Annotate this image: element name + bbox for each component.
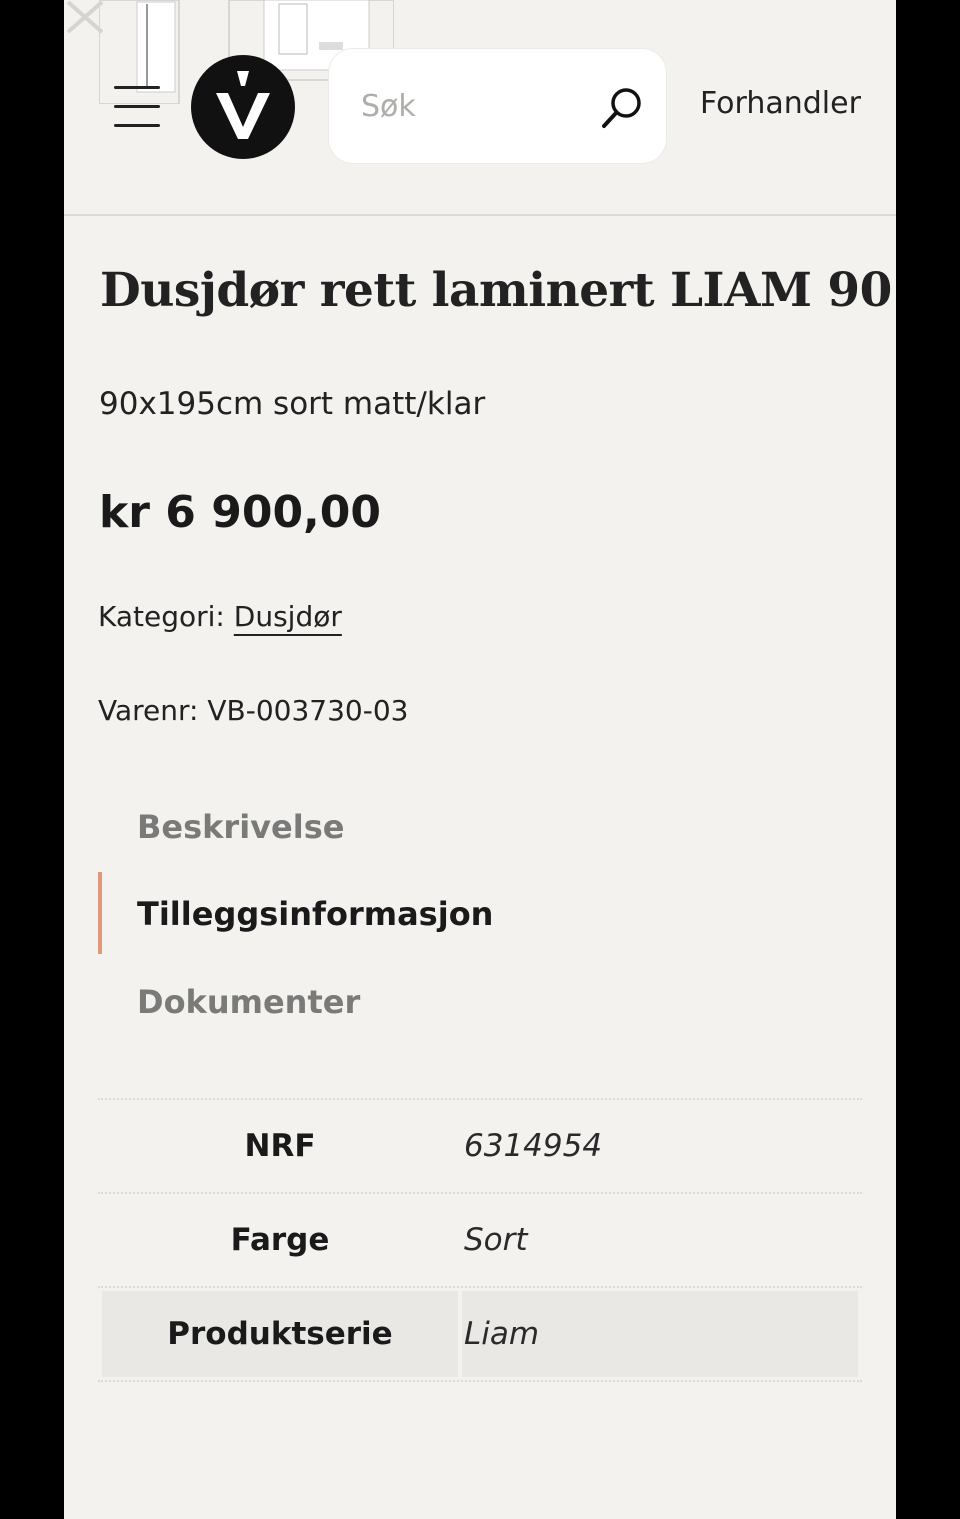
product-price: kr 6 900,00 [99, 487, 382, 538]
product-subtitle: 90x195cm sort matt/klar [99, 386, 486, 422]
search-input[interactable] [359, 83, 573, 129]
spec-value: 6314954 [464, 1128, 603, 1164]
search-box[interactable] [329, 49, 666, 163]
tab-beskrivelse[interactable]: Beskrivelse [137, 808, 344, 846]
logo-v-icon [216, 71, 270, 139]
dealer-link[interactable]: Forhandler [700, 86, 861, 121]
category-line: Kategori: Dusjdør [98, 600, 342, 633]
spec-key: Farge [230, 1222, 330, 1258]
table-row: Farge Sort [98, 1192, 862, 1286]
product-title: Dusjdør rett laminert LIAM 90 [100, 263, 892, 318]
product-sku: Varenr: VB-003730-03 [98, 694, 409, 727]
search-icon[interactable] [599, 85, 645, 131]
menu-icon[interactable] [114, 84, 160, 130]
product-page: Forhandler Dusjdør rett laminert LIAM 90… [64, 0, 896, 1519]
header-divider [64, 214, 896, 216]
table-row: Produktserie Liam [98, 1286, 862, 1382]
spec-value: Liam [462, 1291, 858, 1377]
spec-key: NRF [244, 1128, 316, 1164]
spec-value: Sort [464, 1222, 528, 1258]
tab-dokumenter[interactable]: Dokumenter [137, 983, 360, 1021]
brand-logo[interactable] [191, 55, 295, 159]
specs-table: NRF 6314954 Farge Sort Produktserie Liam [98, 1098, 862, 1382]
category-label: Kategori: [98, 600, 225, 633]
table-row: NRF 6314954 [98, 1098, 862, 1192]
tab-tilleggsinformasjon[interactable]: Tilleggsinformasjon [137, 895, 493, 933]
active-tab-indicator [98, 872, 102, 954]
category-link[interactable]: Dusjdør [234, 600, 342, 633]
spec-key: Produktserie [102, 1291, 458, 1377]
